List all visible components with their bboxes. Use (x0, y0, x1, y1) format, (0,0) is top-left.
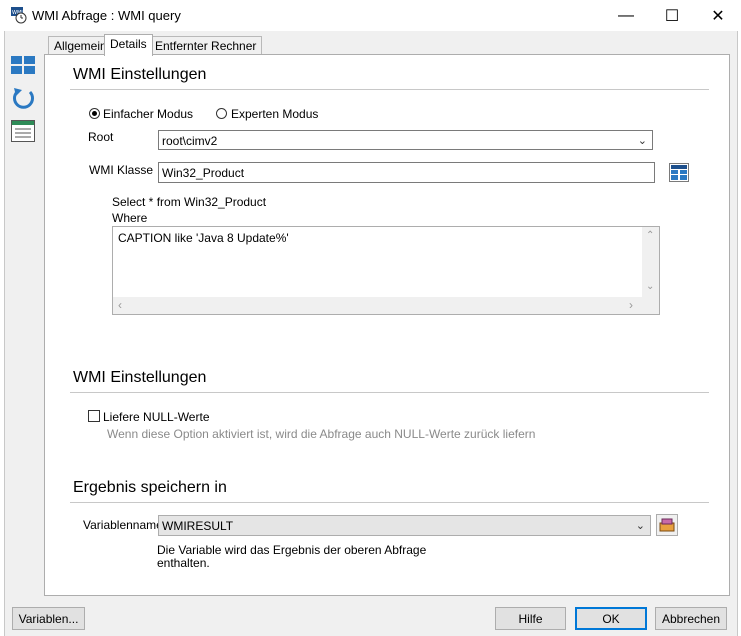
null-values-label[interactable]: Liefere NULL-Werte (103, 410, 210, 424)
root-label: Root (88, 130, 114, 144)
variable-picker-icon[interactable] (656, 514, 678, 536)
where-value: CAPTION like 'Java 8 Update%' (118, 231, 289, 245)
minimize-button[interactable]: — (603, 0, 649, 31)
null-values-hint: Wenn diese Option aktiviert ist, wird di… (107, 427, 536, 441)
close-button[interactable]: ✕ (695, 0, 741, 31)
wmi-class-label: WMI Klasse (89, 163, 154, 177)
wmi-class-browse-icon[interactable] (669, 163, 689, 182)
where-textarea[interactable]: CAPTION like 'Java 8 Update%' ⌃ ⌄ ‹ › (112, 226, 660, 315)
variable-description-line2: enthalten. (157, 556, 210, 570)
null-values-checkbox[interactable] (88, 410, 100, 422)
grid-icon[interactable] (11, 56, 36, 76)
scroll-right-icon[interactable]: › (629, 298, 633, 312)
help-button[interactable]: Hilfe (495, 607, 566, 630)
tab-entfernter-rechner[interactable]: Entfernter Rechner (149, 36, 263, 55)
wmi-clock-icon: WMI (11, 7, 27, 24)
ok-button[interactable]: OK (575, 607, 647, 630)
where-label: Where (112, 211, 148, 225)
expert-mode-radio[interactable] (216, 108, 227, 119)
tab-allgemein[interactable]: Allgemein (48, 36, 113, 55)
maximize-button[interactable]: ☐ (649, 0, 695, 31)
refresh-icon[interactable] (11, 86, 36, 111)
simple-mode-label[interactable]: Einfacher Modus (103, 107, 193, 121)
window-title: WMI Abfrage : WMI query (32, 8, 181, 23)
root-select[interactable]: root\cimv2 ⌄ (158, 130, 653, 150)
root-value: root\cimv2 (162, 134, 218, 148)
scroll-up-icon[interactable]: ⌃ (646, 230, 654, 241)
scrollbar-corner (642, 297, 659, 314)
simple-mode-radio[interactable] (89, 108, 100, 119)
scroll-left-icon[interactable]: ‹ (118, 298, 122, 312)
section-divider (70, 392, 709, 393)
title-bar: WMI WMI Abfrage : WMI query — ☐ ✕ (0, 0, 741, 31)
query-preview: Select * from Win32_Product (112, 195, 267, 209)
expert-mode-label[interactable]: Experten Modus (231, 107, 318, 121)
wmi-settings-heading: WMI Einstellungen (73, 66, 207, 83)
variables-button[interactable]: Variablen... (12, 607, 85, 630)
horizontal-scrollbar[interactable]: ‹ › (113, 297, 642, 314)
wmi-settings-heading-2: WMI Einstellungen (73, 369, 207, 386)
tab-details[interactable]: Details (104, 34, 153, 56)
variable-name-label: Variablenname (83, 518, 163, 532)
chevron-down-icon: ⌄ (637, 135, 647, 147)
cancel-button[interactable]: Abbrechen (655, 607, 727, 630)
section-divider (70, 502, 709, 503)
result-heading: Ergebnis speichern in (73, 479, 227, 496)
section-divider (70, 89, 709, 90)
list-icon[interactable] (11, 120, 36, 142)
left-edge (0, 31, 5, 636)
scroll-down-icon[interactable]: ⌄ (646, 281, 654, 292)
right-edge (737, 31, 741, 636)
variable-name-select[interactable]: WMIRESULT ⌄ (158, 515, 651, 536)
chevron-down-icon: ⌄ (635, 520, 645, 532)
wmi-class-input[interactable]: Win32_Product (158, 162, 655, 183)
vertical-scrollbar[interactable]: ⌃ ⌄ (642, 227, 659, 297)
variable-description-line1: Die Variable wird das Ergebnis der obere… (157, 543, 427, 557)
variable-name-value: WMIRESULT (162, 519, 234, 533)
